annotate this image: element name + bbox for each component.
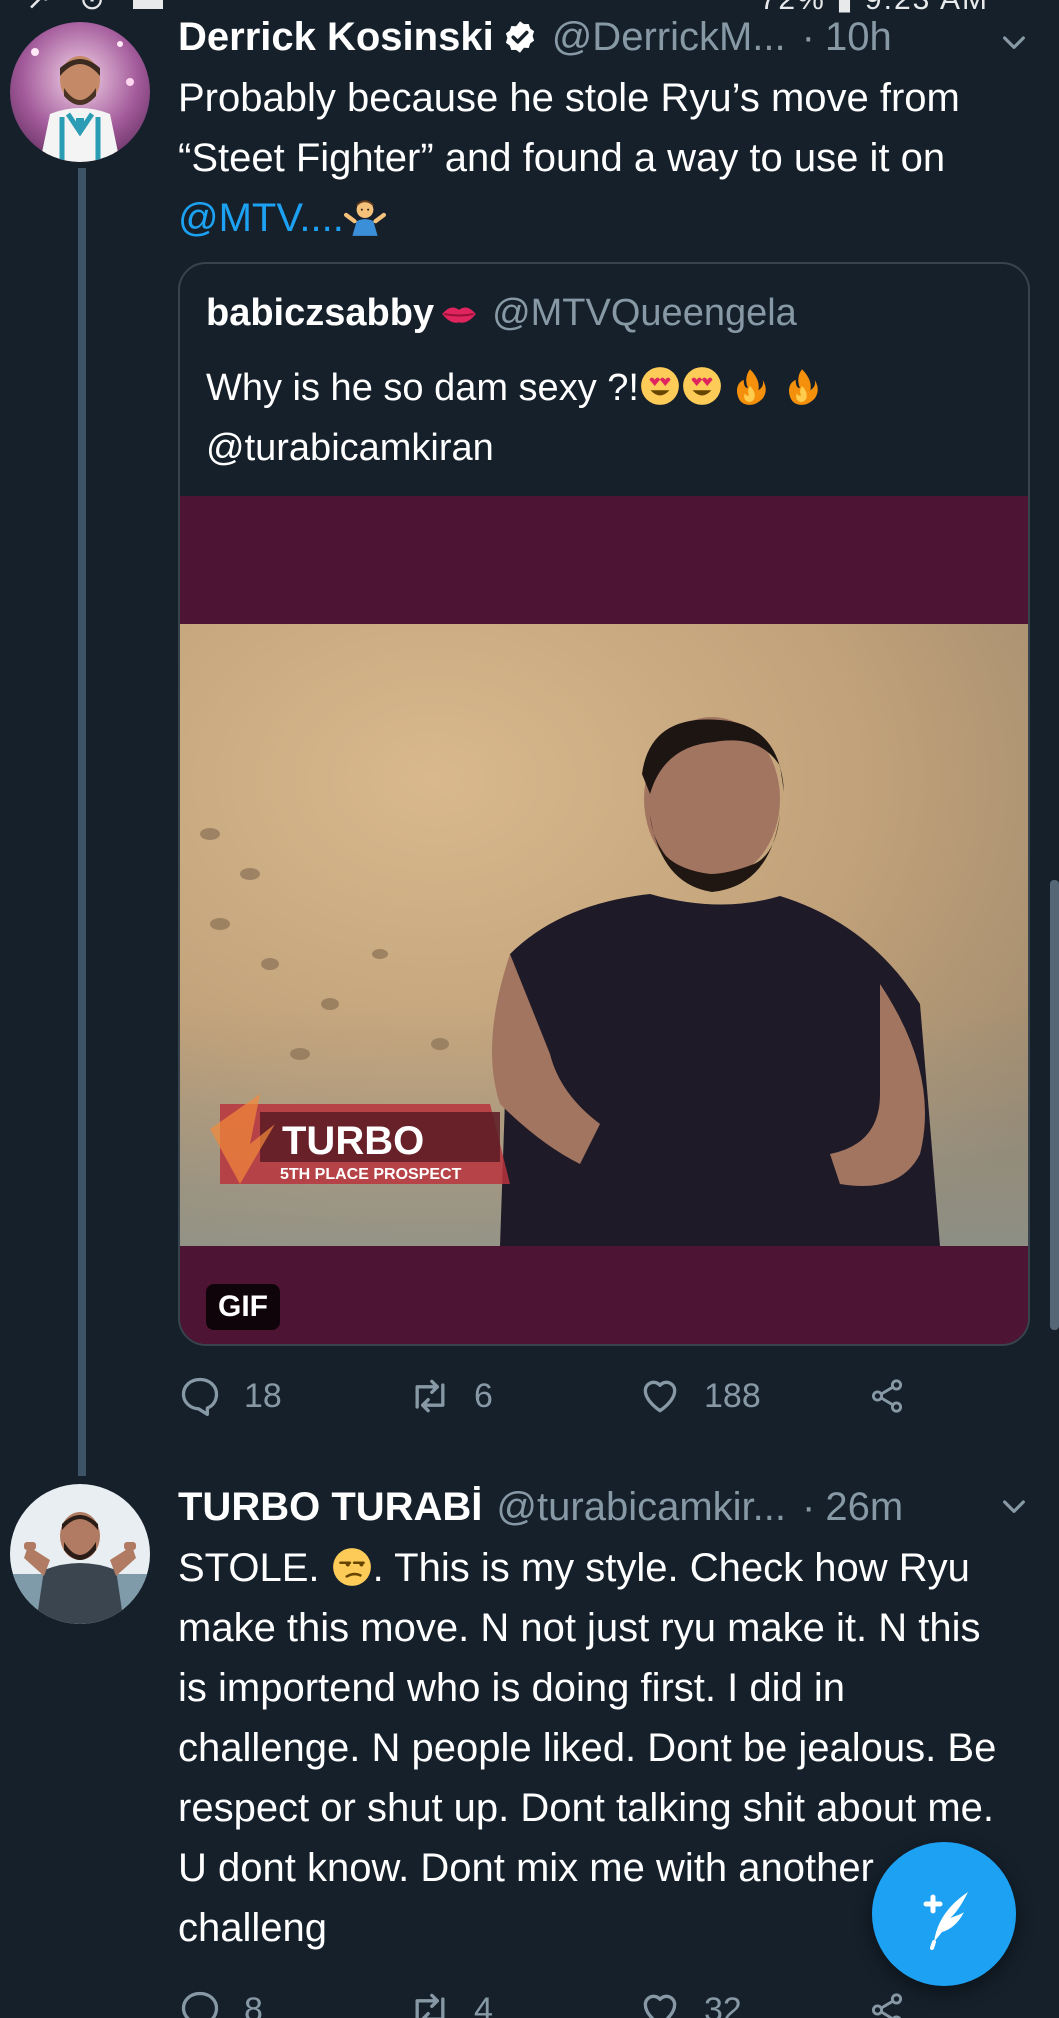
gif-overlay-subtitle: 5TH PLACE PROSPECT: [280, 1166, 462, 1183]
retweet-count: 6: [474, 1376, 493, 1415]
thread-connector-line: [78, 168, 86, 1476]
heart-icon: [638, 1374, 682, 1418]
status-bar-left-icons: ↗ ⊙ ▬: [26, 0, 173, 17]
reply-count: 18: [244, 1376, 282, 1415]
fire-emoji: [729, 365, 771, 407]
tweet-header: TURBO TURABİ @turabicamkir... · 26m: [178, 1480, 903, 1534]
quoted-author-handle: @MTVQueengela: [492, 292, 797, 334]
heart-icon: [638, 1988, 682, 2018]
quoted-tweet-header: babiczsabby @MTVQueengela: [206, 292, 797, 335]
retweet-icon: [408, 1988, 452, 2018]
heart-eyes-emoji: [639, 365, 681, 407]
kiss-lips-emoji: [438, 293, 480, 335]
retweet-button[interactable]: 4: [408, 1988, 638, 2018]
like-count: 188: [704, 1376, 761, 1415]
chevron-down-icon[interactable]: [998, 26, 1030, 58]
tweet-timestamp[interactable]: 26m: [825, 1485, 903, 1530]
retweet-count: 4: [474, 1990, 493, 2018]
reply-icon: [178, 1988, 222, 2018]
gif-media[interactable]: TURBO 5TH PLACE PROSPECT GIF: [180, 496, 1028, 1344]
author-handle[interactable]: @DerrickM...: [552, 15, 786, 60]
unamused-face-emoji: [331, 1546, 373, 1588]
gif-frame[interactable]: TURBO 5TH PLACE PROSPECT: [180, 624, 1028, 1246]
share-button[interactable]: [868, 1374, 928, 1418]
reply-count: 8: [244, 1990, 263, 2018]
compose-tweet-icon: [923, 1892, 968, 1950]
fire-emoji: [781, 365, 823, 407]
share-icon: [868, 1988, 906, 2018]
tweet-body: Probably because he stole Ryu’s move fro…: [178, 68, 1018, 248]
tweet-text-part: STOLE.: [178, 1546, 331, 1590]
share-icon: [868, 1374, 906, 1418]
scrollbar[interactable]: [1050, 880, 1059, 1330]
tweet-text-part: Probably because he stole Ryu’s move fro…: [178, 76, 960, 180]
tweet-header: Derrick Kosinski @DerrickM... · 10h: [178, 10, 892, 64]
reply-icon: [178, 1374, 222, 1418]
compose-tweet-button[interactable]: [872, 1842, 1016, 1986]
verified-badge-icon: [502, 19, 538, 55]
quoted-mention: @turabicamkiran: [206, 427, 494, 469]
chevron-down-icon[interactable]: [998, 1490, 1030, 1522]
like-button[interactable]: 32: [638, 1988, 868, 2018]
tweet-timestamp[interactable]: 10h: [825, 15, 892, 60]
quoted-tweet-text: Why is he so dam sexy ?!: [206, 367, 639, 409]
like-button[interactable]: 188: [638, 1374, 868, 1418]
tweet-actions-bar: 8 4 32: [178, 1980, 938, 2018]
mention-link[interactable]: @MTV: [178, 196, 299, 240]
twitter-thread-screen: ↗ ⊙ ▬ 72% ▮ 9:23 AM: [0, 0, 1059, 2018]
tweet-actions-bar: 18 6 188: [178, 1366, 938, 1426]
share-button[interactable]: [868, 1988, 928, 2018]
separator-dot: ·: [802, 1484, 816, 1529]
gif-overlay-title: TURBO: [282, 1119, 424, 1163]
quoted-tweet-body: Why is he so dam sexy ?! @turabicamkiran: [206, 358, 1006, 478]
gif-badge: GIF: [206, 1284, 280, 1330]
person-shrugging-emoji: [343, 196, 386, 238]
author-handle[interactable]: @turabicamkir...: [496, 1485, 786, 1530]
reply-button[interactable]: 18: [178, 1374, 408, 1418]
retweet-icon: [408, 1374, 452, 1418]
reply-button[interactable]: 8: [178, 1988, 408, 2018]
turbo-avatar[interactable]: [10, 1484, 150, 1624]
quoted-author-name: babiczsabby: [206, 292, 435, 334]
tweet-text-ellipsis: ....: [299, 196, 344, 240]
author-name[interactable]: TURBO TURABİ: [178, 1485, 482, 1530]
like-count: 32: [704, 1990, 742, 2018]
derrick-avatar[interactable]: [10, 22, 150, 162]
retweet-button[interactable]: 6: [408, 1374, 638, 1418]
heart-eyes-emoji: [681, 365, 723, 407]
author-name[interactable]: Derrick Kosinski: [178, 15, 494, 60]
quoted-tweet-card[interactable]: babiczsabby @MTVQueengela Why is he so d…: [178, 262, 1030, 1346]
separator-dot: ·: [801, 14, 815, 59]
status-bar: ↗ ⊙ ▬ 72% ▮ 9:23 AM: [0, 0, 1059, 16]
